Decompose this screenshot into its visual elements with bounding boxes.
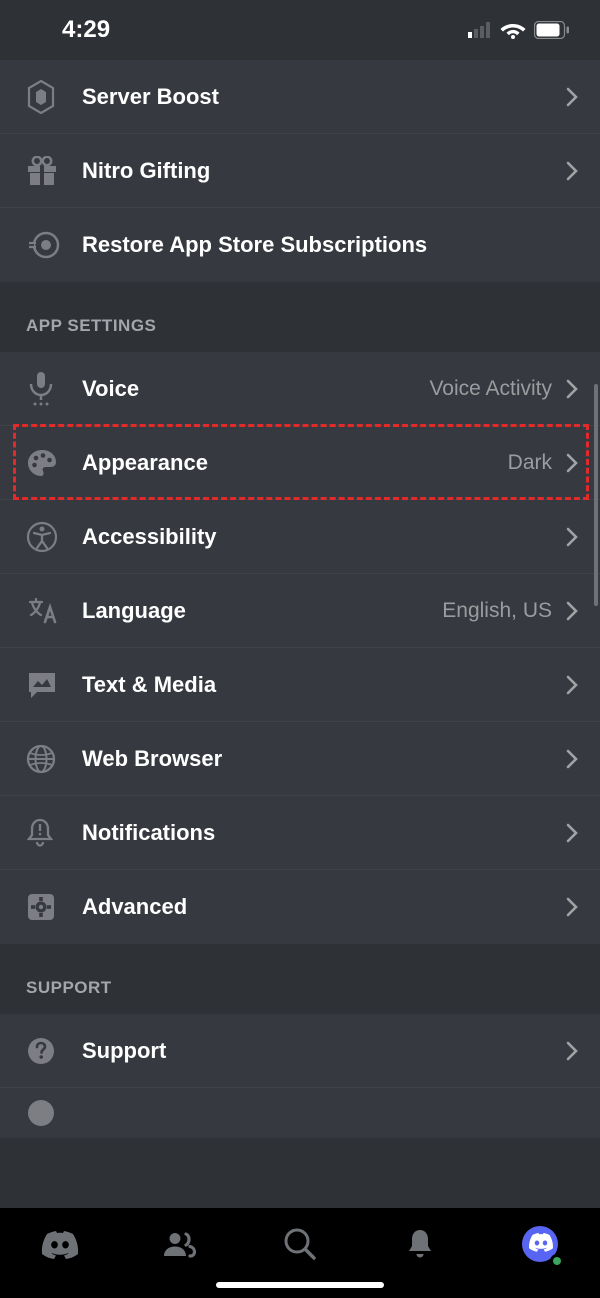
settings-row-appearance[interactable]: Appearance Dark: [0, 426, 600, 500]
home-indicator: [216, 1282, 384, 1288]
settings-row-text-media[interactable]: Text & Media: [0, 648, 600, 722]
settings-row-voice[interactable]: Voice Voice Activity: [0, 352, 600, 426]
chevron-right-icon: [566, 1041, 578, 1061]
status-bar: 4:29: [0, 0, 600, 60]
advanced-icon: [26, 892, 82, 922]
tab-profile[interactable]: [518, 1222, 562, 1266]
chevron-right-icon: [566, 527, 578, 547]
text-media-icon: [26, 670, 82, 700]
row-label: Appearance: [82, 450, 508, 476]
row-label: Language: [82, 598, 442, 624]
settings-row-support[interactable]: Support: [0, 1014, 600, 1088]
row-label: Advanced: [82, 894, 566, 920]
settings-section: Support: [0, 1014, 600, 1138]
row-label: Voice: [82, 376, 429, 402]
row-label: Server Boost: [82, 84, 566, 110]
palette-icon: [26, 448, 82, 478]
language-icon: [26, 596, 82, 626]
settings-row-nitro-gifting[interactable]: Nitro Gifting: [0, 134, 600, 208]
row-value: Voice Activity: [429, 377, 552, 401]
settings-row-restore-subscriptions[interactable]: Restore App Store Subscriptions: [0, 208, 600, 282]
chevron-right-icon: [566, 87, 578, 107]
row-label: Support: [82, 1038, 566, 1064]
chevron-right-icon: [566, 161, 578, 181]
browser-icon: [26, 744, 82, 774]
settings-section: Server Boost Nitro Gifting: [0, 60, 600, 282]
section-header-app-settings: APP SETTINGS: [0, 282, 600, 352]
scrollbar-indicator[interactable]: [594, 384, 598, 606]
tab-notifications[interactable]: [398, 1222, 442, 1266]
mic-icon: [26, 371, 82, 407]
row-label: Restore App Store Subscriptions: [82, 232, 578, 258]
cellular-signal-icon: [468, 22, 492, 38]
chevron-right-icon: [566, 601, 578, 621]
settings-row-advanced[interactable]: Advanced: [0, 870, 600, 944]
row-label: Text & Media: [82, 672, 566, 698]
row-value: English, US: [442, 599, 552, 623]
online-status-dot: [550, 1254, 564, 1268]
restore-icon: [26, 230, 82, 260]
settings-section: Voice Voice Activity Appearance Dark: [0, 352, 600, 944]
chevron-right-icon: [566, 749, 578, 769]
tab-search[interactable]: [278, 1222, 322, 1266]
chevron-right-icon: [566, 453, 578, 473]
row-label: Accessibility: [82, 524, 566, 550]
settings-row-truncated[interactable]: [0, 1088, 600, 1138]
row-label: Web Browser: [82, 746, 566, 772]
settings-row-notifications[interactable]: Notifications: [0, 796, 600, 870]
tab-friends[interactable]: [158, 1222, 202, 1266]
row-icon: [26, 1098, 56, 1128]
section-header-support: SUPPORT: [0, 944, 600, 1014]
chevron-right-icon: [566, 379, 578, 399]
tab-discord[interactable]: [38, 1222, 82, 1266]
status-icons: [468, 21, 570, 39]
battery-icon: [534, 21, 570, 39]
support-icon: [26, 1036, 82, 1066]
row-label: Nitro Gifting: [82, 158, 566, 184]
chevron-right-icon: [566, 897, 578, 917]
accessibility-icon: [26, 521, 82, 553]
settings-row-web-browser[interactable]: Web Browser: [0, 722, 600, 796]
settings-row-server-boost[interactable]: Server Boost: [0, 60, 600, 134]
chevron-right-icon: [566, 675, 578, 695]
gift-icon: [26, 156, 82, 186]
boost-icon: [26, 80, 82, 114]
status-time: 4:29: [62, 16, 110, 44]
notifications-icon: [26, 817, 82, 849]
chevron-right-icon: [566, 823, 578, 843]
settings-row-accessibility[interactable]: Accessibility: [0, 500, 600, 574]
wifi-icon: [500, 21, 526, 39]
settings-row-language[interactable]: Language English, US: [0, 574, 600, 648]
row-label: Notifications: [82, 820, 566, 846]
row-value: Dark: [508, 451, 552, 475]
